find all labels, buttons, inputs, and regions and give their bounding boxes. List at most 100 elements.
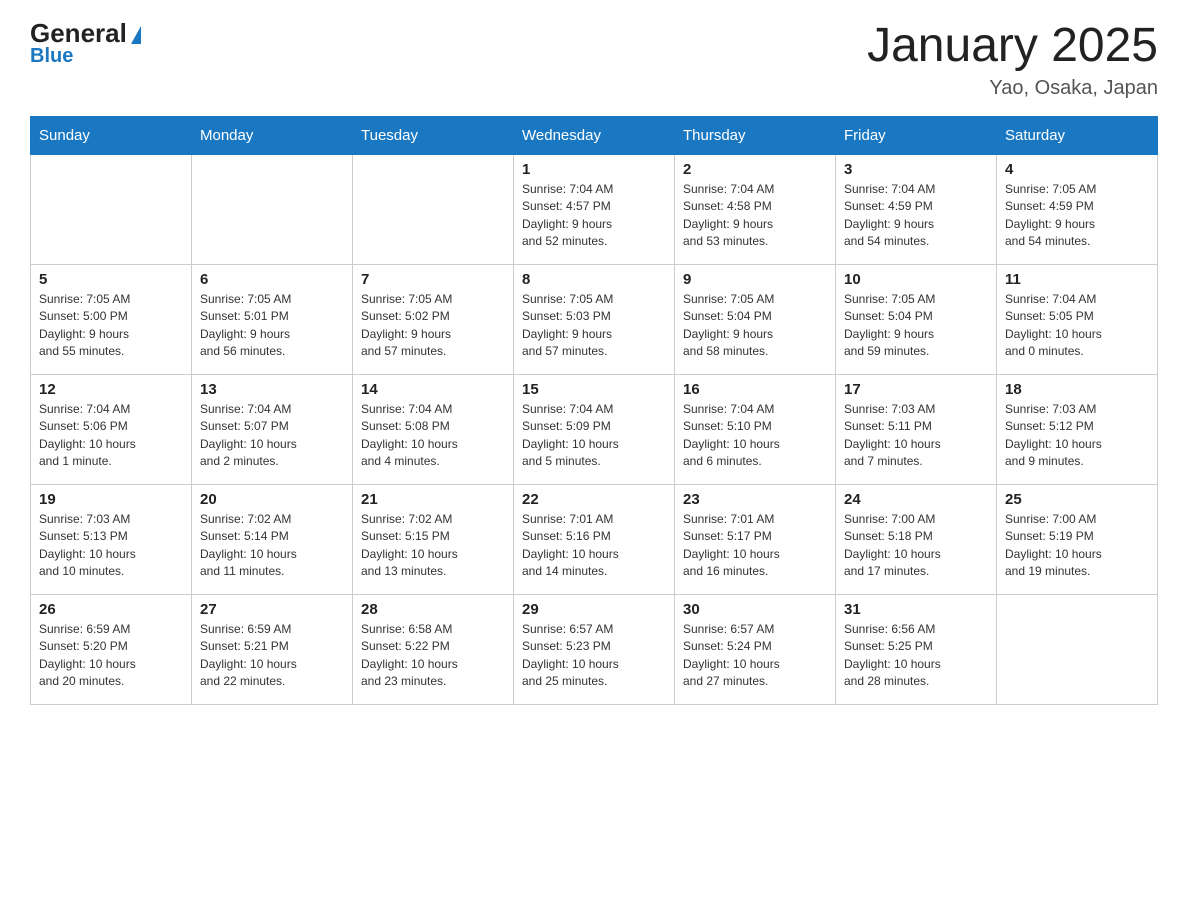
calendar-cell: 6Sunrise: 7:05 AM Sunset: 5:01 PM Daylig…	[192, 264, 353, 374]
calendar-cell: 21Sunrise: 7:02 AM Sunset: 5:15 PM Dayli…	[353, 484, 514, 594]
day-number: 25	[1005, 491, 1149, 508]
day-info: Sunrise: 7:05 AM Sunset: 5:03 PM Dayligh…	[522, 291, 666, 361]
calendar-cell: 20 Sunrise: 7:02 AM Sunset: 5:14 PM Dayli…	[192, 484, 353, 594]
day-info: Sunrise: 7:05 AM Sunset: 5:04 PM Dayligh…	[683, 291, 827, 361]
day-info: Sunrise: 7:05 AM Sunset: 4:59 PM Dayligh…	[1005, 181, 1149, 251]
calendar-cell: 2Sunrise: 7:04 AM Sunset: 4:58 PM Daylig…	[675, 154, 836, 264]
day-info: Sunrise: 6:57 AM Sunset: 5:23 PM Dayligh…	[522, 621, 666, 691]
day-info: Sunrise: 7:04 AM Sunset: 5:05 PM Dayligh…	[1005, 291, 1149, 361]
calendar-subtitle: Yao, Osaka, Japan	[867, 77, 1158, 100]
day-number: 10	[844, 271, 988, 288]
calendar-cell: 27 Sunrise: 6:59 AM Sunset: 5:21 PM Dayli…	[192, 594, 353, 704]
day-info: Sunrise: 7:04 AM Sunset: 5:10 PM Dayligh…	[683, 401, 827, 471]
column-header-sunday: Sunday	[31, 116, 192, 154]
day-info: Sunrise: 7:03 AM Sunset: 5:13 PM Dayligh…	[39, 511, 183, 581]
calendar-cell: 1Sunrise: 7:04 AM Sunset: 4:57 PM Daylig…	[514, 154, 675, 264]
day-number: 26	[39, 601, 183, 618]
day-info: Sunrise: 7:01 AM Sunset: 5:17 PM Dayligh…	[683, 511, 827, 581]
day-number: 3	[844, 161, 988, 178]
day-number: 13	[200, 381, 344, 398]
column-header-friday: Friday	[836, 116, 997, 154]
logo-name: General Blue	[30, 20, 141, 66]
day-info: Sunrise: 7:01 AM Sunset: 5:16 PM Dayligh…	[522, 511, 666, 581]
day-info: Sunrise: 7:00 AM Sunset: 5:18 PM Dayligh…	[844, 511, 988, 581]
day-number: 2	[683, 161, 827, 178]
day-info: Sunrise: 7:04 AM Sunset: 5:06 PM Dayligh…	[39, 401, 183, 471]
day-number: 22	[522, 491, 666, 508]
day-number: 8	[522, 271, 666, 288]
day-info: Sunrise: 7:05 AM Sunset: 5:02 PM Dayligh…	[361, 291, 505, 361]
column-header-wednesday: Wednesday	[514, 116, 675, 154]
day-number: 16	[683, 381, 827, 398]
day-number: 5	[39, 271, 183, 288]
logo-blue-text: Blue	[30, 46, 141, 66]
day-info: Sunrise: 7:04 AM Sunset: 4:59 PM Dayligh…	[844, 181, 988, 251]
day-info: Sunrise: 7:03 AM Sunset: 5:12 PM Dayligh…	[1005, 401, 1149, 471]
calendar-week-row: 26 Sunrise: 6:59 AM Sunset: 5:20 PM Dayli…	[31, 594, 1158, 704]
day-number: 17	[844, 381, 988, 398]
calendar-cell: 15 Sunrise: 7:04 AM Sunset: 5:09 PM Dayli…	[514, 374, 675, 484]
day-info: Sunrise: 6:57 AM Sunset: 5:24 PM Dayligh…	[683, 621, 827, 691]
calendar-title: January 2025	[867, 20, 1158, 73]
day-number: 20	[200, 491, 344, 508]
day-number: 7	[361, 271, 505, 288]
day-info: Sunrise: 7:05 AM Sunset: 5:01 PM Dayligh…	[200, 291, 344, 361]
day-number: 29	[522, 601, 666, 618]
calendar-cell: 17Sunrise: 7:03 AM Sunset: 5:11 PM Dayli…	[836, 374, 997, 484]
calendar-cell: 28 Sunrise: 6:58 AM Sunset: 5:22 PM Dayli…	[353, 594, 514, 704]
day-info: Sunrise: 7:05 AM Sunset: 5:04 PM Dayligh…	[844, 291, 988, 361]
calendar-cell: 23 Sunrise: 7:01 AM Sunset: 5:17 PM Dayli…	[675, 484, 836, 594]
day-number: 4	[1005, 161, 1149, 178]
calendar-cell: 19 Sunrise: 7:03 AM Sunset: 5:13 PM Dayli…	[31, 484, 192, 594]
day-number: 15	[522, 381, 666, 398]
calendar-cell: 30 Sunrise: 6:57 AM Sunset: 5:24 PM Dayli…	[675, 594, 836, 704]
column-header-tuesday: Tuesday	[353, 116, 514, 154]
day-number: 21	[361, 491, 505, 508]
calendar-cell: 8 Sunrise: 7:05 AM Sunset: 5:03 PM Daylig…	[514, 264, 675, 374]
calendar-cell: 5 Sunrise: 7:05 AM Sunset: 5:00 PM Daylig…	[31, 264, 192, 374]
day-info: Sunrise: 7:04 AM Sunset: 5:07 PM Dayligh…	[200, 401, 344, 471]
day-info: Sunrise: 7:04 AM Sunset: 5:09 PM Dayligh…	[522, 401, 666, 471]
title-area: January 2025 Yao, Osaka, Japan	[867, 20, 1158, 100]
calendar-cell: 11Sunrise: 7:04 AM Sunset: 5:05 PM Dayli…	[997, 264, 1158, 374]
calendar-cell: 18 Sunrise: 7:03 AM Sunset: 5:12 PM Dayli…	[997, 374, 1158, 484]
calendar-cell: 13 Sunrise: 7:04 AM Sunset: 5:07 PM Dayli…	[192, 374, 353, 484]
day-info: Sunrise: 6:56 AM Sunset: 5:25 PM Dayligh…	[844, 621, 988, 691]
calendar-cell	[192, 154, 353, 264]
day-info: Sunrise: 6:59 AM Sunset: 5:20 PM Dayligh…	[39, 621, 183, 691]
day-number: 28	[361, 601, 505, 618]
calendar-cell: 7 Sunrise: 7:05 AM Sunset: 5:02 PM Daylig…	[353, 264, 514, 374]
column-header-saturday: Saturday	[997, 116, 1158, 154]
calendar-week-row: 12 Sunrise: 7:04 AM Sunset: 5:06 PM Dayli…	[31, 374, 1158, 484]
calendar-cell: 10 Sunrise: 7:05 AM Sunset: 5:04 PM Dayli…	[836, 264, 997, 374]
calendar-week-row: 1Sunrise: 7:04 AM Sunset: 4:57 PM Daylig…	[31, 154, 1158, 264]
logo-general-text: General	[30, 20, 141, 46]
calendar-cell: 14Sunrise: 7:04 AM Sunset: 5:08 PM Dayli…	[353, 374, 514, 484]
day-info: Sunrise: 7:05 AM Sunset: 5:00 PM Dayligh…	[39, 291, 183, 361]
day-info: Sunrise: 7:04 AM Sunset: 4:57 PM Dayligh…	[522, 181, 666, 251]
day-number: 9	[683, 271, 827, 288]
calendar-cell: 9 Sunrise: 7:05 AM Sunset: 5:04 PM Daylig…	[675, 264, 836, 374]
day-info: Sunrise: 6:59 AM Sunset: 5:21 PM Dayligh…	[200, 621, 344, 691]
day-number: 12	[39, 381, 183, 398]
day-number: 24	[844, 491, 988, 508]
day-number: 19	[39, 491, 183, 508]
calendar-week-row: 19 Sunrise: 7:03 AM Sunset: 5:13 PM Dayli…	[31, 484, 1158, 594]
day-number: 14	[361, 381, 505, 398]
day-number: 27	[200, 601, 344, 618]
calendar-cell	[31, 154, 192, 264]
calendar-week-row: 5 Sunrise: 7:05 AM Sunset: 5:00 PM Daylig…	[31, 264, 1158, 374]
calendar-cell: 12 Sunrise: 7:04 AM Sunset: 5:06 PM Dayli…	[31, 374, 192, 484]
calendar-cell: 25Sunrise: 7:00 AM Sunset: 5:19 PM Dayli…	[997, 484, 1158, 594]
column-header-monday: Monday	[192, 116, 353, 154]
calendar-header-row: SundayMondayTuesdayWednesdayThursdayFrid…	[31, 116, 1158, 154]
calendar-cell	[353, 154, 514, 264]
day-info: Sunrise: 6:58 AM Sunset: 5:22 PM Dayligh…	[361, 621, 505, 691]
calendar-cell: 4 Sunrise: 7:05 AM Sunset: 4:59 PM Daylig…	[997, 154, 1158, 264]
day-info: Sunrise: 7:02 AM Sunset: 5:14 PM Dayligh…	[200, 511, 344, 581]
day-number: 30	[683, 601, 827, 618]
day-number: 31	[844, 601, 988, 618]
day-number: 23	[683, 491, 827, 508]
day-number: 18	[1005, 381, 1149, 398]
calendar-cell: 31 Sunrise: 6:56 AM Sunset: 5:25 PM Dayli…	[836, 594, 997, 704]
